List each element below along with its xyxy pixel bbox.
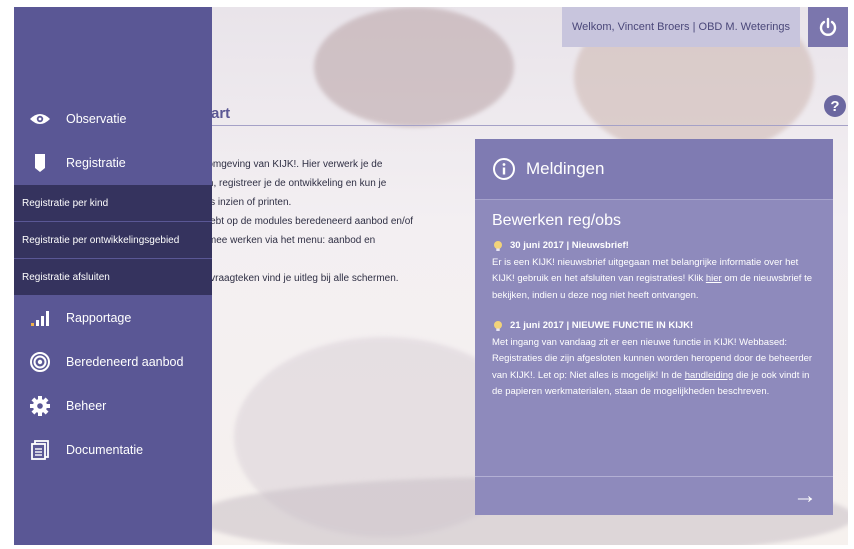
intro-line: e omgeving van KIJK!. Hier verwerk je de [199,159,383,170]
sidebar-item-label: Rapportage [66,311,132,325]
help-button[interactable]: ? [824,95,846,117]
next-arrow-icon[interactable]: → [793,484,817,508]
sidebar-item-label: Beredeneerd aanbod [66,355,184,369]
gear-icon [14,396,66,416]
notifications-subtitle: Bewerken reg/obs [492,212,621,229]
intro-text: e omgeving van KIJK!. Hier verwerk je de… [199,155,479,288]
user-welcome-text: Welkom, Vincent Broers | OBD M. Wetering… [571,21,790,33]
bar-chart-icon [14,309,66,327]
sidebar: Observatie Registratie Registratie per k… [14,7,212,545]
lightbulb-icon [494,241,502,252]
sidebar-item-label: Documentatie [66,443,144,457]
lightbulb-icon [494,321,502,332]
sidebar-item-label: Beheer [66,399,107,413]
submenu-item-per-ontwikkelingsgebied[interactable]: Registratie per ontwikkelingsgebied [14,222,212,258]
manual-link[interactable]: handleiding [685,370,734,381]
page-title: art [211,105,231,122]
submenu-item-label: Registratie afsluiten [22,271,110,283]
notifications-title: Meldingen [526,159,605,178]
notification-heading: 21 juni 2017 | NIEUWE FUNCTIE IN KIJK! [510,320,694,331]
submenu-item-label: Registratie per kind [22,197,109,209]
logout-button[interactable] [808,7,848,47]
sidebar-item-rapportage[interactable]: Rapportage [14,296,212,340]
notification-item: 30 juni 2017 | Nieuwsbrief! Er is een KI… [492,238,816,304]
submenu-item-per-kind[interactable]: Registratie per kind [14,185,212,221]
tag-icon [14,153,66,173]
info-icon [493,158,515,180]
intro-line: ges inzien of printen. [199,197,292,208]
submenu-item-afsluiten[interactable]: Registratie afsluiten [14,259,212,295]
sidebar-item-documentatie[interactable]: Documentatie [14,428,212,472]
sidebar-item-label: Registratie [66,156,126,170]
intro-line: et vraagteken vind je uitleg bij alle sc… [199,273,399,284]
divider [211,125,848,126]
notifications-footer: → [475,476,833,515]
eye-icon [14,112,66,126]
intro-line: armee werken via het menu: aanbod en [199,235,376,246]
sidebar-item-registratie[interactable]: Registratie [14,141,212,185]
sidebar-item-observatie[interactable]: Observatie [14,97,212,141]
app-window: Welkom, Vincent Broers | OBD M. Wetering… [14,7,848,545]
notification-item: 21 juni 2017 | NIEUWE FUNCTIE IN KIJK! M… [492,318,816,401]
notification-heading: 30 juni 2017 | Nieuwsbrief! [510,240,629,251]
background-photo [314,7,514,127]
newsletter-link[interactable]: hier [706,273,722,284]
sidebar-item-beheer[interactable]: Beheer [14,384,212,428]
user-info: Welkom, Vincent Broers | OBD M. Wetering… [561,7,800,47]
sidebar-item-beredeneerd-aanbod[interactable]: Beredeneerd aanbod [14,340,212,384]
notifications-panel: Meldingen Bewerken reg/obs 30 juni 2017 … [475,139,833,515]
intro-line: ren, registreer je de ontwikkeling en ku… [199,178,387,189]
sidebar-item-label: Observatie [66,112,127,126]
intro-line [199,250,479,269]
document-icon [14,440,66,460]
power-icon [819,17,837,36]
target-icon [14,352,66,372]
submenu-item-label: Registratie per ontwikkelingsgebied [22,234,180,246]
notifications-header: Meldingen [475,139,833,200]
intro-line: t hebt op de modules beredeneerd aanbod … [199,216,414,227]
